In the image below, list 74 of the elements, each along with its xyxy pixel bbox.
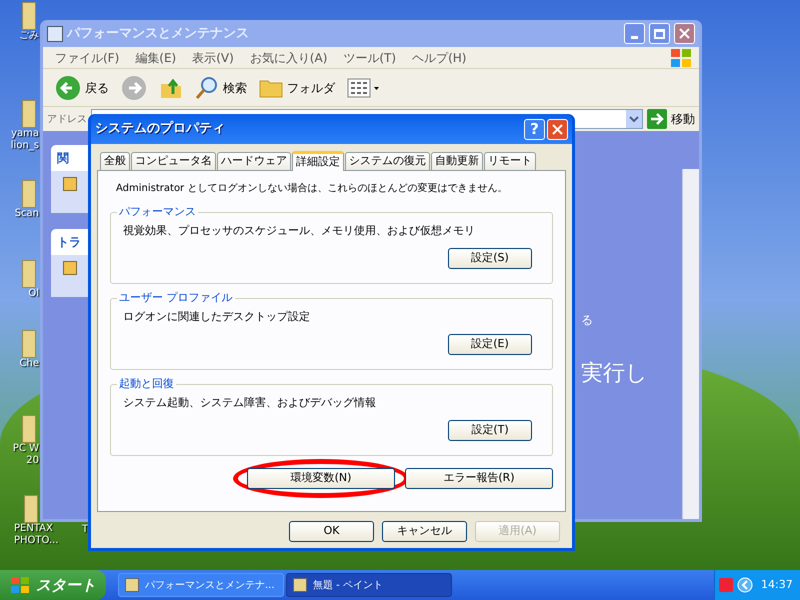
window-app-icon bbox=[47, 26, 63, 42]
menu-item[interactable]: お気に入り(A) bbox=[250, 48, 328, 66]
menu-item[interactable]: ツール(T) bbox=[343, 48, 396, 66]
menu-item[interactable]: ヘルプ(H) bbox=[412, 48, 466, 66]
settings-button[interactable]: 設定(T) bbox=[448, 420, 532, 440]
tab[interactable]: コンピュータ名 bbox=[131, 152, 216, 170]
clock: 14:37 bbox=[761, 576, 793, 593]
desktop-icon-label: Che bbox=[20, 358, 39, 370]
desktop-icon-label: Scan bbox=[14, 208, 39, 220]
folders-toolbar-button[interactable]: フォルダ bbox=[257, 76, 337, 98]
tab[interactable]: 全般 bbox=[100, 152, 130, 170]
close-button[interactable] bbox=[547, 118, 568, 140]
task-panel-title: トラ bbox=[57, 234, 81, 251]
error-report-button[interactable]: エラー報告(R) bbox=[405, 468, 553, 489]
settings-button[interactable]: 設定(S) bbox=[448, 248, 532, 268]
window-title: パフォーマンスとメンテナンス bbox=[67, 24, 250, 43]
taskbar-button[interactable]: パフォーマンスとメンテナ... bbox=[118, 573, 284, 597]
vertical-scrollbar[interactable] bbox=[682, 169, 699, 519]
windows-logo-icon bbox=[669, 48, 693, 68]
desktop-icon-label: yama lion_s bbox=[10, 128, 39, 152]
content-heading: 実行し bbox=[581, 360, 648, 388]
tab[interactable]: リモート bbox=[484, 152, 536, 170]
task-icon bbox=[63, 261, 77, 275]
group-description: 視覚効果、プロセッサのスケジュール、メモリ使用、および仮想メモリ bbox=[123, 223, 476, 239]
search-icon bbox=[195, 76, 219, 100]
desktop-icon[interactable] bbox=[24, 495, 38, 523]
desktop-icon[interactable] bbox=[22, 100, 36, 128]
tray-app-icon bbox=[719, 578, 733, 592]
desktop-icon-label: PC W 20 bbox=[12, 443, 39, 467]
group-title: ユーザー プロファイル bbox=[117, 290, 234, 306]
desktop-icon[interactable] bbox=[22, 2, 36, 30]
settings-button[interactable]: 設定(E) bbox=[448, 334, 532, 354]
desktop-icon-label: Ol bbox=[28, 288, 39, 300]
menu-item[interactable]: 編集(E) bbox=[135, 48, 176, 66]
group-description: ログオンに関連したデスクトップ設定 bbox=[123, 309, 311, 325]
address-label: アドレス bbox=[47, 112, 87, 126]
dialog-button[interactable]: OK bbox=[289, 521, 374, 542]
task-icon bbox=[63, 177, 77, 191]
close-icon bbox=[679, 28, 690, 39]
desktop-icon-label: T bbox=[82, 524, 88, 536]
menu-item[interactable]: 表示(V) bbox=[192, 48, 234, 66]
tab[interactable]: システムの復元 bbox=[345, 152, 430, 170]
window-app-icon bbox=[125, 578, 139, 592]
close-button[interactable] bbox=[674, 23, 695, 44]
desktop-icon[interactable] bbox=[22, 415, 36, 443]
go-button[interactable]: 移動 bbox=[647, 109, 695, 129]
tab[interactable]: ハードウェア bbox=[217, 152, 291, 170]
environment-variables-button[interactable]: 環境変数(N) bbox=[247, 468, 395, 489]
show-hidden-icons-icon[interactable] bbox=[737, 577, 753, 593]
back-toolbar-button[interactable]: 戻る bbox=[53, 74, 111, 100]
notice-text: Administrator としてログオンしない場合は、これらのほとんどの変更はできません。 bbox=[115, 182, 508, 196]
group-description: システム起動、システム障害、およびデバッグ情報 bbox=[123, 395, 377, 411]
start-button[interactable]: スタート bbox=[0, 570, 106, 600]
desktop-icon[interactable] bbox=[22, 180, 36, 208]
desktop-icon-label: ごみ bbox=[19, 30, 39, 42]
windows-logo-icon bbox=[10, 576, 30, 594]
desktop-icon-label: PENTAX PHOTO... bbox=[14, 523, 60, 547]
dialog-title: システムのプロパティ bbox=[95, 120, 226, 138]
search-toolbar-button[interactable]: 検索 bbox=[193, 76, 249, 100]
maximize-button[interactable] bbox=[649, 23, 670, 44]
help-button[interactable]: ? bbox=[524, 118, 545, 140]
task-panel-title: 関 bbox=[57, 150, 69, 167]
minimize-button[interactable] bbox=[624, 23, 645, 44]
desktop-icon[interactable] bbox=[22, 330, 36, 358]
content-text: る bbox=[581, 312, 593, 329]
menu-item[interactable]: ファイル(F) bbox=[55, 48, 120, 66]
dialog-button[interactable]: キャンセル bbox=[382, 521, 467, 542]
views-grid-icon bbox=[347, 76, 381, 98]
forward-toolbar-button[interactable] bbox=[119, 74, 149, 100]
close-icon bbox=[552, 124, 563, 134]
desktop-icon[interactable] bbox=[22, 260, 36, 288]
tab[interactable]: 自動更新 bbox=[431, 152, 483, 170]
tab[interactable]: 詳細設定 bbox=[292, 151, 344, 171]
taskbar-button[interactable]: 無題 - ペイント bbox=[286, 573, 452, 597]
